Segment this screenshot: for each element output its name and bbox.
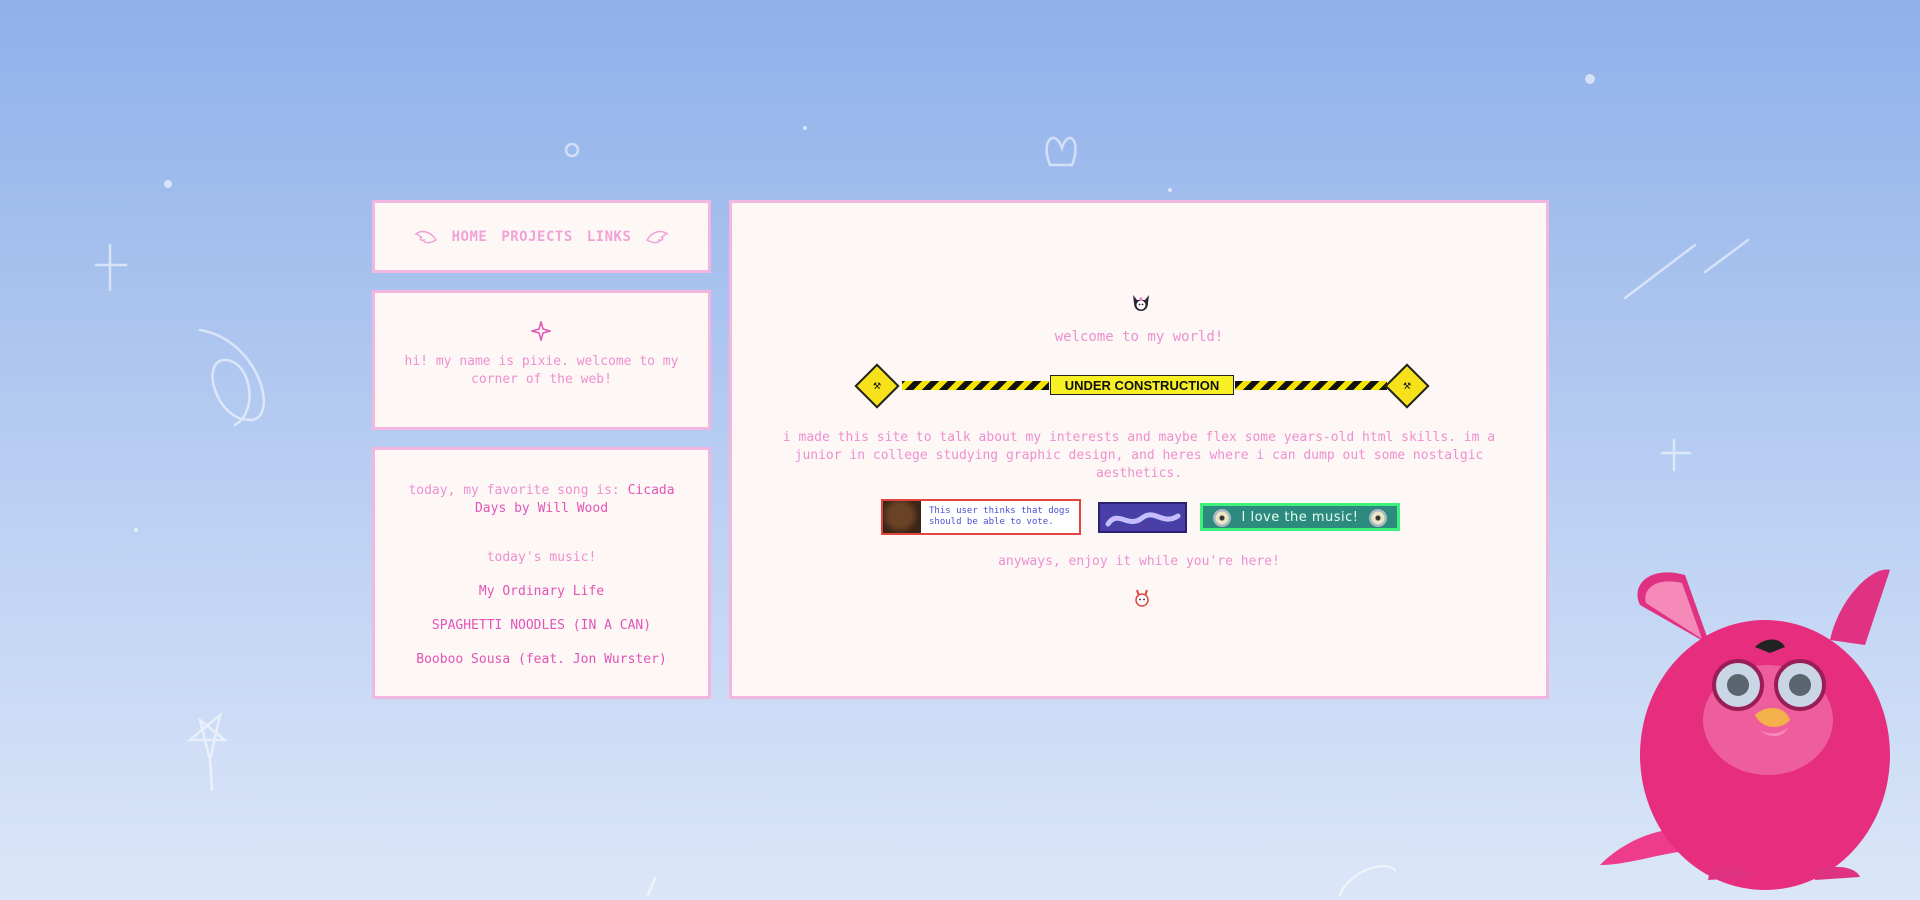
nav-links-link[interactable]: LINKS — [587, 229, 632, 245]
main-content-panel: welcome to my world! ⚒ UNDER CONSTRUCTIO… — [729, 200, 1549, 699]
intro-text: hi! my name is pixie. welcome to my corn… — [404, 354, 679, 387]
love-music-stamp: I love the music! — [1200, 503, 1400, 531]
left-wing-icon — [413, 230, 437, 243]
hazard-stripes — [902, 381, 1049, 390]
dogs-vote-stamp: This user thinks that dogs should be abl… — [881, 499, 1081, 535]
intro-panel: hi! my name is pixie. welcome to my corn… — [372, 290, 711, 430]
sparkle-icon — [531, 321, 551, 341]
star-doodle — [186, 711, 229, 792]
heart-doodle — [1045, 136, 1077, 167]
slash-doodle — [1623, 238, 1750, 300]
music-panel: today, my favorite song is: Cicada Days … — [372, 447, 711, 699]
nav-projects-link[interactable]: PROJECTS — [501, 229, 572, 245]
dogs-vote-text: This user thinks that dogs should be abl… — [929, 506, 1070, 527]
nav-panel: HOME PROJECTS LINKS — [372, 200, 711, 273]
under-construction-banner: ⚒ UNDER CONSTRUCTION ⚒ — [854, 363, 1431, 409]
track-link[interactable]: Booboo Sousa (feat. Jon Wurster) — [375, 652, 708, 667]
snake-stamp-art — [1105, 512, 1181, 527]
track-link[interactable]: SPAGHETTI NOODLES (IN A CAN) — [375, 618, 708, 633]
pixel-stamp — [1098, 502, 1187, 533]
loop-doodle-bottom — [1338, 864, 1397, 897]
furby-image — [1600, 569, 1890, 890]
hazard-stripes — [1235, 381, 1387, 390]
enjoy-text: anyways, enjoy it while you're here! — [998, 554, 1280, 569]
kuromi-icon — [1133, 295, 1149, 311]
favorite-song-artist[interactable]: by Will Wood — [514, 501, 608, 516]
tick-doodle-bottom — [646, 876, 657, 897]
nav-home-link[interactable]: HOME — [452, 229, 488, 245]
dog-photo — [883, 501, 921, 533]
favorite-song-line: today, my favorite song is: Cicada Days … — [393, 482, 690, 518]
about-text: i made this site to talk about my intere… — [782, 430, 1496, 481]
welcome-text: welcome to my world! — [1054, 329, 1224, 345]
worker-sign-icon: ⚒ — [1384, 363, 1430, 409]
swirl-doodle — [198, 328, 265, 427]
bunny-icon — [1135, 589, 1149, 607]
plus-doodle — [94, 243, 128, 292]
under-construction-label: UNDER CONSTRUCTION — [1050, 375, 1234, 395]
worker-sign-icon: ⚒ — [854, 363, 900, 409]
track-link[interactable]: My Ordinary Life — [375, 584, 708, 599]
plus-doodle-right — [1660, 438, 1692, 472]
cd-icon — [1369, 509, 1387, 527]
todays-music-heading: today's music! — [486, 550, 597, 565]
right-wing-icon — [646, 230, 670, 243]
ring-doodle — [564, 142, 580, 158]
love-music-text: I love the music! — [1241, 510, 1359, 525]
favorite-prefix: today, my favorite song is: — [408, 483, 620, 498]
